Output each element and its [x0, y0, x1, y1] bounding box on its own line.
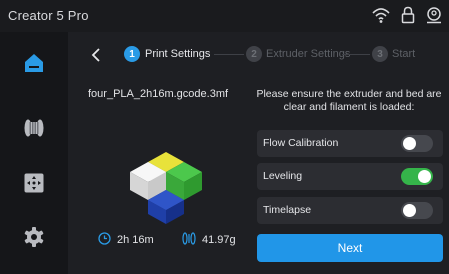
print-time-value: 2h 16m: [117, 234, 154, 246]
wifi-icon[interactable]: [371, 6, 391, 24]
user-icon[interactable]: [425, 6, 443, 24]
sidebar-item-home[interactable]: [0, 38, 68, 92]
step-number: 2: [246, 46, 262, 62]
filament-spool-icon: [23, 117, 45, 144]
sidebar: [0, 32, 68, 274]
toggle-label: Leveling: [263, 170, 303, 182]
step-connector: [214, 54, 244, 55]
leveling-switch[interactable]: [401, 168, 433, 185]
preflight-notice: Please ensure the extruder and bed are c…: [256, 88, 442, 113]
step-start: 3 Start: [372, 46, 415, 62]
file-name: four_PLA_2h16m.gcode.3mf: [88, 88, 229, 100]
flow-calibration-switch[interactable]: [401, 135, 433, 152]
sidebar-item-settings[interactable]: [0, 212, 68, 266]
step-label: Print Settings: [145, 48, 211, 60]
timelapse-row[interactable]: Timelapse: [257, 197, 443, 224]
timelapse-switch[interactable]: [401, 202, 433, 219]
flow-calibration-row[interactable]: Flow Calibration: [257, 130, 443, 157]
model-preview: [128, 144, 204, 224]
sidebar-item-control[interactable]: [0, 158, 68, 212]
switch-knob: [403, 204, 416, 217]
back-button[interactable]: [88, 46, 106, 64]
filament-weight-value: 41.97g: [202, 234, 236, 246]
chevron-left-icon: [88, 48, 106, 68]
step-label: Start: [392, 48, 416, 60]
status-icons: [371, 6, 443, 24]
step-print-settings: 1 Print Settings: [124, 46, 210, 62]
home-icon: [23, 52, 45, 79]
status-bar: Creator 5 Pro: [0, 0, 449, 32]
print-settings-panel: 1 Print Settings 2 Extruder Settings 3 S…: [68, 32, 449, 274]
clock-icon: [98, 232, 111, 248]
step-extruder-settings: 2 Extruder Settings: [246, 46, 350, 62]
lock-icon[interactable]: [401, 6, 415, 24]
move-control-icon: [23, 172, 45, 199]
app-title: Creator 5 Pro: [8, 8, 89, 23]
filament-icon: [182, 232, 196, 248]
step-connector: [342, 54, 370, 55]
filament-weight: 41.97g: [182, 232, 236, 248]
sidebar-item-filament[interactable]: [0, 103, 68, 157]
switch-knob: [403, 137, 416, 150]
print-time: 2h 16m: [98, 232, 154, 248]
toggle-label: Timelapse: [263, 204, 312, 216]
switch-knob: [418, 170, 431, 183]
step-label: Extruder Settings: [266, 48, 351, 60]
next-button[interactable]: Next: [257, 234, 443, 262]
leveling-row[interactable]: Leveling: [257, 163, 443, 190]
step-number: 1: [124, 46, 140, 62]
toggle-label: Flow Calibration: [263, 137, 339, 149]
gear-icon: [23, 226, 45, 253]
step-number: 3: [372, 46, 388, 62]
